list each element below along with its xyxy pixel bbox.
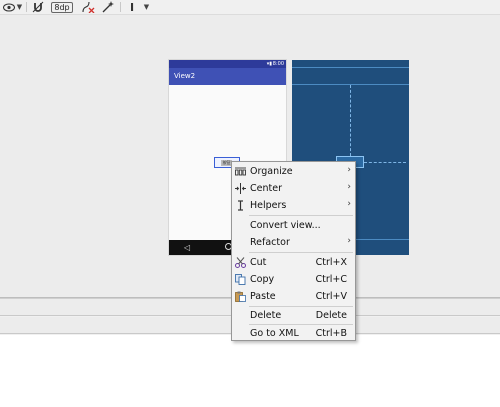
menu-item-delete[interactable]: Delete Delete xyxy=(232,307,355,324)
shortcut-label: Ctrl+B xyxy=(315,328,347,339)
menu-item-label: Convert view... xyxy=(250,220,321,231)
copy-icon xyxy=(235,274,246,285)
paste-icon xyxy=(235,291,246,302)
chevron-right-icon: › xyxy=(347,199,351,209)
clear-constraints-icon[interactable] xyxy=(80,0,95,14)
toolbar-separator xyxy=(120,2,121,12)
menu-item-label: Go to XML xyxy=(250,328,299,339)
text-cursor-icon: I xyxy=(129,0,135,14)
constraint-top xyxy=(350,85,351,156)
shortcut-label: Ctrl+C xyxy=(315,274,348,285)
app-title: View2 xyxy=(174,72,196,80)
infer-constraints-icon[interactable] xyxy=(101,0,115,14)
menu-item-refactor[interactable]: Refactor › xyxy=(232,234,355,251)
menu-item-label: Refactor xyxy=(250,237,290,248)
menu-item-copy[interactable]: Copy Ctrl+C xyxy=(232,271,355,288)
margin-dp-field[interactable]: 8dp xyxy=(50,0,74,14)
menu-item-label: Center xyxy=(250,183,282,194)
magnet-icon[interactable] xyxy=(31,0,44,14)
back-icon: ◁ xyxy=(184,243,191,252)
menu-separator xyxy=(249,215,353,216)
menu-separator xyxy=(249,252,353,253)
app-bar: View2 xyxy=(169,68,286,85)
organize-icon xyxy=(235,166,246,177)
menu-item-cut[interactable]: Cut Ctrl+X xyxy=(232,254,355,271)
design-toolbar: ▼ 8dp I ▼ xyxy=(0,0,500,15)
eye-icon[interactable] xyxy=(2,0,15,14)
default-margin-value: 8dp xyxy=(51,1,73,13)
menu-item-helpers[interactable]: Helpers › xyxy=(232,197,355,214)
toolbar-separator xyxy=(26,2,27,12)
guidelines-dropdown[interactable]: ▼ xyxy=(143,0,150,14)
bottom-panel-content xyxy=(0,335,500,407)
menu-item-go-to-xml[interactable]: Go to XML Ctrl+B xyxy=(232,325,355,342)
menu-item-label: Helpers xyxy=(250,200,287,211)
menu-item-label: Cut xyxy=(250,257,267,268)
shortcut-label: Ctrl+X xyxy=(315,257,347,268)
menu-item-label: Paste xyxy=(250,291,276,302)
layout-editor: ▼ 8dp I ▼ ▾▮ 8:00 View2 按钮 ◁ Organize › … xyxy=(0,0,500,407)
chevron-right-icon: › xyxy=(347,182,351,192)
signal-battery-icon: ▾▮ xyxy=(266,61,272,67)
context-menu: Organize › Center › Helpers › Convert vi… xyxy=(231,161,356,341)
blueprint-statusbar-edge xyxy=(292,67,409,68)
helpers-icon xyxy=(235,200,246,211)
menu-item-center[interactable]: Center › xyxy=(232,180,355,197)
menu-item-organize[interactable]: Organize › xyxy=(232,163,355,180)
menu-item-paste[interactable]: Paste Ctrl+V xyxy=(232,288,355,305)
menu-item-convert-view[interactable]: Convert view... xyxy=(232,217,355,234)
shortcut-label: Delete xyxy=(315,310,347,321)
menu-item-label: Copy xyxy=(250,274,275,285)
menu-item-label: Delete xyxy=(250,310,282,321)
chevron-down-icon: ▼ xyxy=(16,3,23,11)
constraint-right xyxy=(364,162,406,163)
shortcut-label: Ctrl+V xyxy=(315,291,347,302)
chevron-right-icon: › xyxy=(347,236,351,246)
scissors-icon xyxy=(235,257,246,268)
status-bar: ▾▮ 8:00 xyxy=(169,60,286,68)
center-icon xyxy=(235,183,246,194)
menu-item-label: Organize xyxy=(250,166,293,177)
chevron-down-icon: ▼ xyxy=(143,3,150,11)
chevron-right-icon: › xyxy=(347,165,351,175)
status-time: 8:00 xyxy=(272,61,284,67)
view-options-dropdown[interactable]: ▼ xyxy=(16,0,23,14)
guidelines-icon[interactable]: I xyxy=(127,0,137,14)
